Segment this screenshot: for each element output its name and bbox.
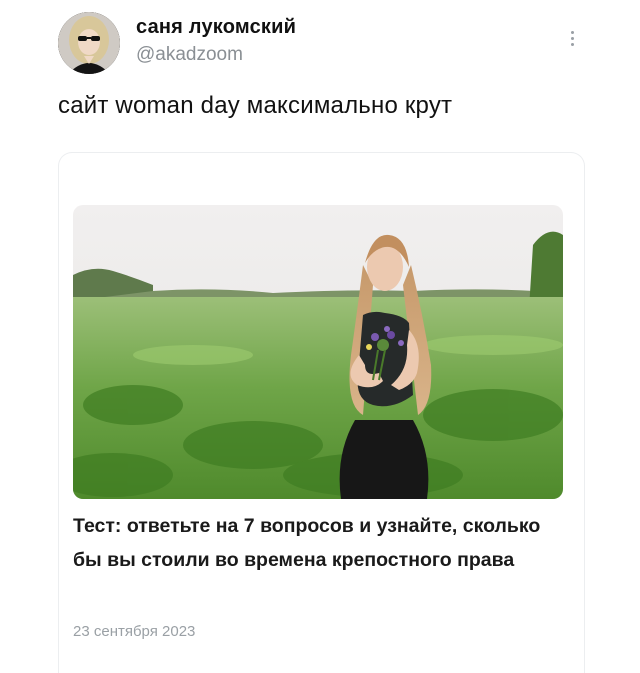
card-image[interactable] — [73, 205, 563, 499]
avatar[interactable] — [58, 12, 120, 74]
dot — [570, 36, 574, 40]
card-title[interactable]: Тест: ответьте на 7 вопросов и узнайте, … — [73, 509, 553, 577]
card-date: 23 сентября 2023 — [73, 623, 196, 640]
dot — [570, 30, 574, 34]
dot — [570, 42, 574, 46]
author-handle[interactable]: @akadzoom — [136, 44, 243, 66]
link-card[interactable]: Тест: ответьте на 7 вопросов и узнайте, … — [58, 152, 585, 673]
post-text: сайт woman day максимально крут — [58, 92, 453, 119]
author-name[interactable]: саня лукомский — [136, 16, 296, 39]
post: саня лукомский @akadzoom сайт woman day … — [0, 0, 640, 673]
more-vertical-icon[interactable] — [562, 24, 582, 52]
